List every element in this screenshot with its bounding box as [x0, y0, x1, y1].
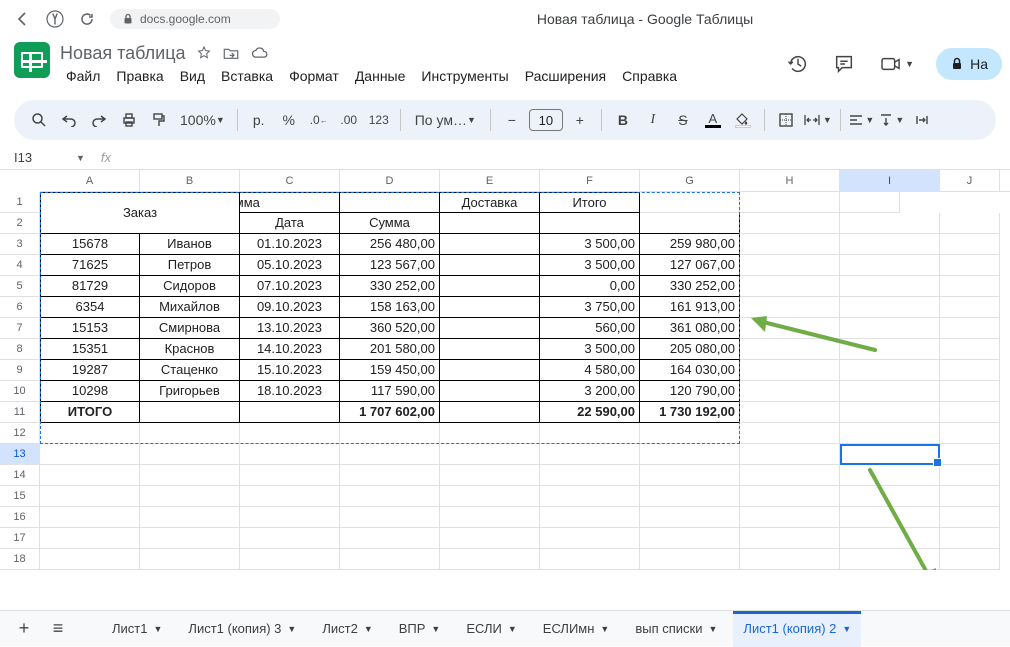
sheet-tab[interactable]: ЕСЛИ▼	[456, 611, 526, 647]
fill-color-button[interactable]	[730, 107, 756, 133]
history-icon[interactable]	[784, 50, 812, 78]
sheet-tab-bar: + ≡ Лист1▼ Лист1 (копия) 3▼ Лист2▼ ВПР▼ …	[0, 610, 1010, 646]
formula-bar: I13 ▼ fx	[0, 146, 1010, 170]
add-sheet-button[interactable]: +	[10, 615, 38, 643]
lock-icon	[122, 13, 134, 25]
browser-bar: docs.google.com Новая таблица - Google Т…	[0, 0, 1010, 38]
sheet-tab-active[interactable]: Лист1 (копия) 2▼	[733, 611, 861, 647]
col-header[interactable]: J	[940, 170, 1000, 191]
bold-button[interactable]: B	[610, 107, 636, 133]
sheet-tab[interactable]: Лист1▼	[102, 611, 172, 647]
lock-icon	[950, 57, 964, 71]
sheet-tab[interactable]: ЕСЛИмн▼	[533, 611, 620, 647]
col-header[interactable]: F	[540, 170, 640, 191]
valign-button[interactable]: ▼	[879, 107, 905, 133]
font-size-dec[interactable]: −	[499, 107, 525, 133]
yandex-icon[interactable]	[46, 10, 64, 28]
sheet-tab[interactable]: Лист2▼	[312, 611, 382, 647]
decrease-decimal-icon[interactable]: .0←	[306, 107, 332, 133]
menu-data[interactable]: Данные	[349, 66, 412, 86]
back-icon[interactable]	[14, 10, 32, 28]
col-header[interactable]: E	[440, 170, 540, 191]
paint-format-icon[interactable]	[146, 107, 172, 133]
menu-format[interactable]: Формат	[283, 66, 345, 86]
url-host: docs.google.com	[140, 12, 231, 26]
menu-help[interactable]: Справка	[616, 66, 683, 86]
sheet-tab[interactable]: Лист1 (копия) 3▼	[178, 611, 306, 647]
menu-view[interactable]: Вид	[174, 66, 211, 86]
row-headers[interactable]: 12 34 56 78 910 1112 1314 1516 1718	[0, 192, 40, 570]
col-header[interactable]: D	[340, 170, 440, 191]
menu-tools[interactable]: Инструменты	[415, 66, 514, 86]
doc-title[interactable]: Новая таблица	[60, 43, 186, 64]
menu-file[interactable]: Файл	[60, 66, 106, 86]
format-123-button[interactable]: 123	[366, 107, 392, 133]
borders-button[interactable]	[773, 107, 799, 133]
italic-button[interactable]: I	[640, 107, 666, 133]
col-header[interactable]: B	[140, 170, 240, 191]
font-size-input[interactable]: 10	[529, 109, 563, 131]
meet-icon[interactable]: ▼	[876, 50, 918, 78]
merge-button[interactable]: ▼	[803, 107, 832, 133]
col-header[interactable]: H	[740, 170, 840, 191]
menu-bar: Файл Правка Вид Вставка Формат Данные Ин…	[60, 66, 683, 86]
menu-extensions[interactable]: Расширения	[519, 66, 612, 86]
sheets-logo[interactable]	[14, 42, 50, 78]
font-size-inc[interactable]: +	[567, 107, 593, 133]
comment-icon[interactable]	[830, 50, 858, 78]
fx-icon: fx	[101, 150, 111, 165]
all-sheets-button[interactable]: ≡	[44, 615, 72, 643]
strike-button[interactable]: S	[670, 107, 696, 133]
share-label: На	[970, 56, 988, 72]
move-to-folder-icon[interactable]	[222, 45, 240, 61]
namebox-caret-icon[interactable]: ▼	[76, 153, 85, 163]
col-header[interactable]: G	[640, 170, 740, 191]
wrap-button[interactable]	[909, 107, 935, 133]
grid[interactable]: A B C D E F G H I J 12 34 56 78 910 1112…	[0, 170, 1010, 570]
reload-icon[interactable]	[78, 10, 96, 28]
col-header[interactable]: A	[40, 170, 140, 191]
align-button[interactable]: ▼	[849, 107, 875, 133]
font-select[interactable]: По ум… ▼	[409, 107, 482, 133]
share-button[interactable]: На	[936, 48, 1002, 80]
text-color-button[interactable]: A	[700, 107, 726, 133]
redo-icon[interactable]	[86, 107, 112, 133]
percent-button[interactable]: %	[276, 107, 302, 133]
menu-edit[interactable]: Правка	[110, 66, 169, 86]
toolbar: 100% ▼ р. % .0← .00 123 По ум… ▼ − 10 + …	[14, 100, 996, 140]
currency-button[interactable]: р.	[246, 107, 272, 133]
doc-bar: Новая таблица Файл Правка Вид Вставка Фо…	[0, 38, 1010, 94]
cells-area[interactable]: Заказ Заказ Сумма Доставка Итого Дата Су…	[40, 192, 1000, 570]
col-header[interactable]: I	[840, 170, 940, 191]
zoom-select[interactable]: 100% ▼	[176, 107, 229, 133]
sheet-tab[interactable]: ВПР▼	[389, 611, 451, 647]
cloud-status-icon[interactable]	[250, 46, 270, 60]
col-header[interactable]: C	[240, 170, 340, 191]
sheet-tab[interactable]: вып списки▼	[625, 611, 727, 647]
menu-insert[interactable]: Вставка	[215, 66, 279, 86]
browser-page-title: Новая таблица - Google Таблицы	[294, 11, 996, 27]
search-icon[interactable]	[26, 107, 52, 133]
url-box[interactable]: docs.google.com	[110, 9, 280, 29]
column-headers[interactable]: A B C D E F G H I J	[40, 170, 1010, 192]
name-box[interactable]: I13	[6, 150, 66, 165]
increase-decimal-icon[interactable]: .00	[336, 107, 362, 133]
undo-icon[interactable]	[56, 107, 82, 133]
print-icon[interactable]	[116, 107, 142, 133]
star-icon[interactable]	[196, 45, 212, 61]
